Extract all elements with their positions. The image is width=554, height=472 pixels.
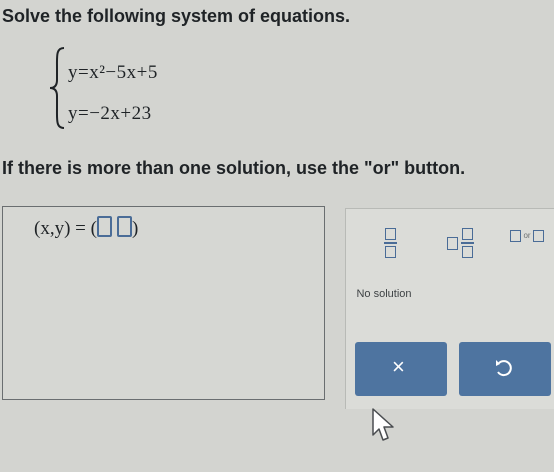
equation-1: y=x²−5x+5 <box>68 62 158 83</box>
instruction-text: If there is more than one solution, use … <box>2 158 466 178</box>
y-input-slot[interactable] <box>116 216 132 237</box>
or-button[interactable]: or <box>502 230 552 254</box>
close-paren: ) <box>131 218 139 239</box>
system-brace <box>49 47 65 129</box>
equation-2: y=−2x+23 <box>68 103 152 124</box>
mixed-number-button[interactable] <box>440 228 480 268</box>
fraction-button[interactable] <box>375 228 405 268</box>
or-right-box-icon <box>532 230 544 242</box>
or-left-box-icon <box>510 230 522 242</box>
x-input-slot[interactable] <box>96 216 112 237</box>
close-icon: × <box>392 354 405 379</box>
mouse-pointer-icon <box>372 408 394 441</box>
answer-prefix: (x,y) = <box>34 218 86 239</box>
answer-expression: (x,y) = () <box>34 216 138 240</box>
fraction-icon <box>383 228 397 258</box>
question-title: Solve the following system of equations. <box>2 6 351 26</box>
no-solution-button[interactable]: No solution <box>354 288 414 301</box>
or-label: or <box>523 231 531 241</box>
undo-icon <box>496 360 512 377</box>
mixed-number-icon <box>446 228 474 258</box>
